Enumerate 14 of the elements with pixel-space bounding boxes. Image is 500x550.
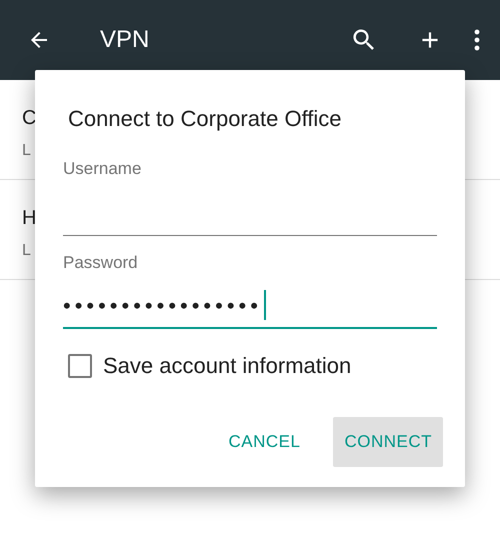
more-options-icon[interactable] — [474, 29, 480, 51]
dialog-button[interactable]: CANCEL — [217, 417, 312, 467]
field-label: Username — [63, 158, 142, 180]
list-item-title: H — [22, 206, 36, 231]
list-item-subtitle: L — [22, 241, 31, 261]
checkbox[interactable] — [68, 354, 92, 378]
dialog-title: Connect to Corporate Office — [68, 105, 342, 133]
list-item-subtitle: L — [22, 141, 31, 161]
list-item-title: C — [22, 106, 36, 131]
field-label: Password — [63, 252, 138, 274]
app-bar-title: VPN — [100, 25, 150, 55]
input-field[interactable]: ••••••••••••••••• — [63, 283, 437, 329]
dialog-button[interactable]: CONNECT — [333, 417, 443, 467]
checkbox-label: Save account information — [103, 352, 352, 380]
